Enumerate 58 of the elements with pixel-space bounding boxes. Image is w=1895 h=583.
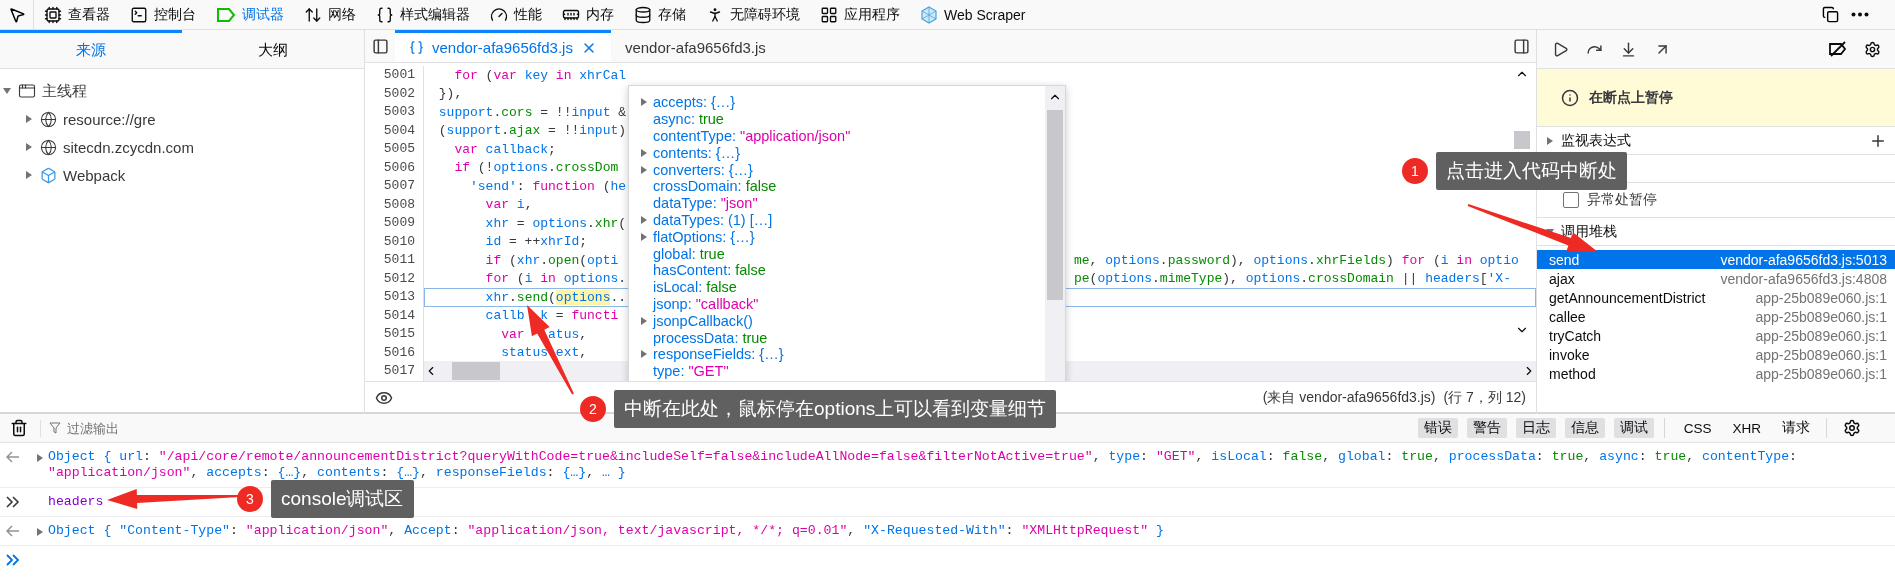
property-entry: jsonp: "callback"	[651, 295, 759, 312]
line-number: 5012	[365, 269, 424, 288]
line-number: 5001	[365, 66, 424, 85]
code-line: pe(options.mimeType), options.crossDomain || headers['X-	[1074, 270, 1511, 288]
code-line: me, options.password), options.xhrFields) for (i in optio	[1074, 251, 1519, 269]
line-number: 5002	[365, 84, 424, 103]
console-output: headers	[48, 494, 104, 510]
property-entry: contentType: "application/json"	[652, 128, 851, 144]
code-line: status ext,	[500, 344, 588, 362]
annotation-tooltip: 点击进入代码中断处	[1436, 152, 1627, 190]
code-line: var callback;	[453, 140, 556, 158]
line-number: 5014	[365, 306, 424, 325]
code-line: var i,	[484, 196, 533, 214]
code-line: xhr = options.xhr(	[484, 214, 627, 232]
code-line: }),	[437, 85, 463, 103]
line-number: 5016	[365, 343, 424, 362]
code-line: 'send': function (he	[469, 177, 627, 195]
line-number: 5006	[365, 158, 424, 177]
cursor-position: (行 7，列 12)	[1443, 389, 1526, 407]
source-label: (来自 vendor-afa9656fd3.js)	[1262, 389, 1436, 407]
console-output: Object { url: "/api/core/remote/announcementDistrict?queryWithCode=true&includeSelf=false&includeAllNode=false&filterNotActive=true", type: "GET", isLocal: false, global: true, processData: true, async: true, contentType:	[48, 449, 1798, 465]
property-entry: global: true	[652, 245, 725, 262]
step-number: 1	[1402, 158, 1428, 184]
line-number: 5005	[365, 140, 424, 159]
property-entry: type: "GET"	[652, 363, 729, 380]
step-number: 2	[580, 396, 606, 422]
property-entry: processData: true	[652, 329, 768, 346]
code-line: for (var key in xhrCal	[453, 66, 627, 84]
line-number: 5008	[365, 195, 424, 214]
code-line: var atus,	[500, 325, 588, 343]
code-line: support.cors = !!input &	[437, 103, 627, 121]
code-line: if (!options.crossDom	[453, 159, 619, 177]
property-entry: hasContent: false	[652, 262, 766, 279]
line-number: 5015	[365, 325, 424, 344]
step-number: 3	[237, 486, 263, 512]
property-entry: async: true	[652, 111, 724, 128]
line-number: 5009	[365, 214, 424, 233]
line-number: 5011	[365, 251, 424, 270]
code-line: xhr.send(options..	[484, 288, 627, 306]
console-output: Object { "Content-Type": "application/json", Accept: "application/json, text/javascript, */*; q=0.01", "X-Requested-With": "XMLHttpRequest" }	[48, 523, 1164, 539]
annotation-tooltip: console调试区	[271, 480, 414, 518]
checkbox-label: 异常处暂停	[1587, 191, 1657, 209]
code-line: callb k = functi	[484, 307, 619, 325]
line-number: 5004	[365, 121, 424, 140]
code-line: for (i in options.	[484, 270, 627, 288]
line-number: 5003	[365, 103, 424, 122]
property-entry: crossDomain: false	[652, 178, 777, 195]
code-line: id = ++xhrId;	[484, 233, 588, 251]
property-entry: dataType: "json"	[652, 195, 758, 212]
code-line: if (xhr.open(opti	[484, 251, 619, 269]
code-line: (support.ajax = !!input)	[437, 122, 627, 140]
line-number: 5007	[365, 177, 424, 196]
line-number: 5010	[365, 232, 424, 251]
property-entry: isLocal: false	[652, 279, 737, 296]
console-output: "application/json", accepts: {…}, contents: {…}, responseFields: {…}, … }	[48, 465, 626, 481]
line-number: 5013	[365, 288, 424, 307]
annotation-tooltip: 中断在此处，鼠标停在options上可以看到变量细节	[614, 390, 1057, 428]
paused-message: 在断点上暂停	[1589, 88, 1673, 107]
